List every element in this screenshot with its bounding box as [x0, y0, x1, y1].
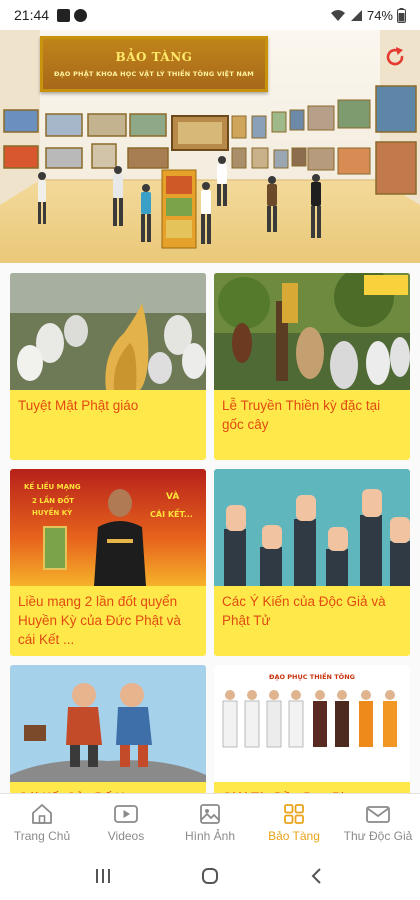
home-icon: [32, 804, 52, 824]
thumb-text-line4: VÀ: [166, 490, 179, 502]
card-thumbnail: [214, 273, 410, 390]
card-title: Các Ý Kiến của Độc Giả và Phật Tử: [222, 594, 386, 628]
card-thumbnail: ĐẠO PHỤC THIỀN TÔNG: [214, 665, 410, 782]
museum-grid-icon: [284, 804, 304, 824]
museum-card[interactable]: Lễ Truyền Thiền kỳ đặc tại gốc cây: [214, 273, 410, 460]
museum-card[interactable]: Tuyệt Mật Phật giáo: [10, 273, 206, 460]
home-system-button[interactable]: [195, 861, 225, 891]
nav-label: Bảo Tàng: [268, 829, 320, 843]
museum-card[interactable]: Các Ý Kiến của Độc Giả và Phật Tử: [214, 469, 410, 656]
back-chevron-icon: [311, 867, 321, 884]
card-title: Cái Kết Của Đố Kỵ: [10, 782, 206, 793]
mail-icon: [366, 806, 390, 823]
card-title: Liều mạng 2 lần đốt quyển Huyền Kỳ của Đ…: [18, 594, 181, 647]
wifi-icon: [330, 9, 345, 21]
refresh-button[interactable]: [382, 44, 408, 70]
status-right: 74%: [330, 7, 406, 23]
thumb-header-text: ĐẠO PHỤC THIỀN TÔNG: [269, 671, 355, 681]
nav-item-images[interactable]: Hình Ảnh: [168, 794, 252, 851]
nav-label: Videos: [107, 829, 145, 843]
thumb-text-line2: 2 LẦN ĐỐT: [32, 495, 74, 505]
nav-label: Hình Ảnh: [184, 829, 236, 843]
refresh-icon: [386, 47, 404, 66]
museum-banner: BẢO TÀNG ĐẠO PHẬT KHOA HỌC VẬT LÝ THIỀN …: [0, 30, 420, 263]
signal-icon: [350, 9, 362, 21]
nav-label: Thư Độc Giả: [343, 829, 413, 843]
gallery-notification-icon: [57, 8, 71, 22]
app-screen: 21:44 74% BẢO TÀNG ĐẠO PHẬT KHOA HỌC VẬT…: [0, 0, 420, 900]
bottom-navigation: Trang Chủ Videos Hình Ảnh Bảo Tàng Thư Đ…: [0, 793, 420, 851]
image-icon: [200, 804, 220, 824]
museum-card[interactable]: ĐẠO PHỤC THIỀN TÔNG Giới Tín Đồ - Đạo Ph…: [214, 665, 410, 793]
thumb-text-line1: KẾ LIỀU MẠNG: [24, 481, 81, 491]
banner-sign: BẢO TÀNG ĐẠO PHẬT KHOA HỌC VẬT LÝ THIỀN …: [40, 36, 268, 92]
card-title: Lễ Truyền Thiền kỳ đặc tại gốc cây: [222, 398, 381, 432]
status-bar: 21:44 74%: [0, 0, 420, 30]
nav-item-reader-mail[interactable]: Thư Độc Giả: [336, 794, 420, 851]
museum-card-grid[interactable]: Tuyệt Mật Phật giáo Lễ Truyền Thiền kỳ đ…: [0, 263, 420, 793]
nav-label: Trang Chủ: [13, 829, 71, 843]
battery-percent: 74%: [366, 7, 393, 23]
home-circle-icon: [201, 867, 218, 884]
nav-item-home[interactable]: Trang Chủ: [0, 794, 84, 851]
nav-item-museum[interactable]: Bảo Tàng: [252, 794, 336, 851]
card-thumbnail: [10, 273, 206, 390]
messenger-notification-icon: [74, 8, 88, 22]
nav-item-videos[interactable]: Videos: [84, 794, 168, 851]
card-thumbnail: [10, 665, 206, 782]
system-navigation-bar: [0, 851, 420, 900]
museum-card[interactable]: KẾ LIỀU MẠNG 2 LẦN ĐỐT HUYỀN KỲ VÀ CÁI K…: [10, 469, 206, 656]
card-title: Tuyệt Mật Phật giáo: [18, 398, 139, 413]
video-icon: [114, 805, 138, 823]
recent-apps-button[interactable]: [88, 861, 118, 891]
banner-title: BẢO TÀNG: [115, 50, 193, 64]
battery-icon: [397, 7, 406, 23]
status-time: 21:44: [14, 7, 50, 23]
card-thumbnail: KẾ LIỀU MẠNG 2 LẦN ĐỐT HUYỀN KỲ VÀ CÁI K…: [10, 469, 206, 586]
recent-apps-icon: [96, 868, 111, 883]
banner-subtitle: ĐẠO PHẬT KHOA HỌC VẬT LÝ THIỀN TÔNG VIỆT…: [54, 70, 254, 78]
thumb-text-line3: HUYỀN KỲ: [32, 507, 73, 517]
thumb-text-line5: CÁI KẾT...: [150, 507, 193, 519]
museum-card[interactable]: Cái Kết Của Đố Kỵ: [10, 665, 206, 793]
card-thumbnail: [214, 469, 410, 586]
back-system-button[interactable]: [302, 861, 332, 891]
card-title: Giới Tín Đồ - Đạo Phục: [214, 782, 410, 793]
